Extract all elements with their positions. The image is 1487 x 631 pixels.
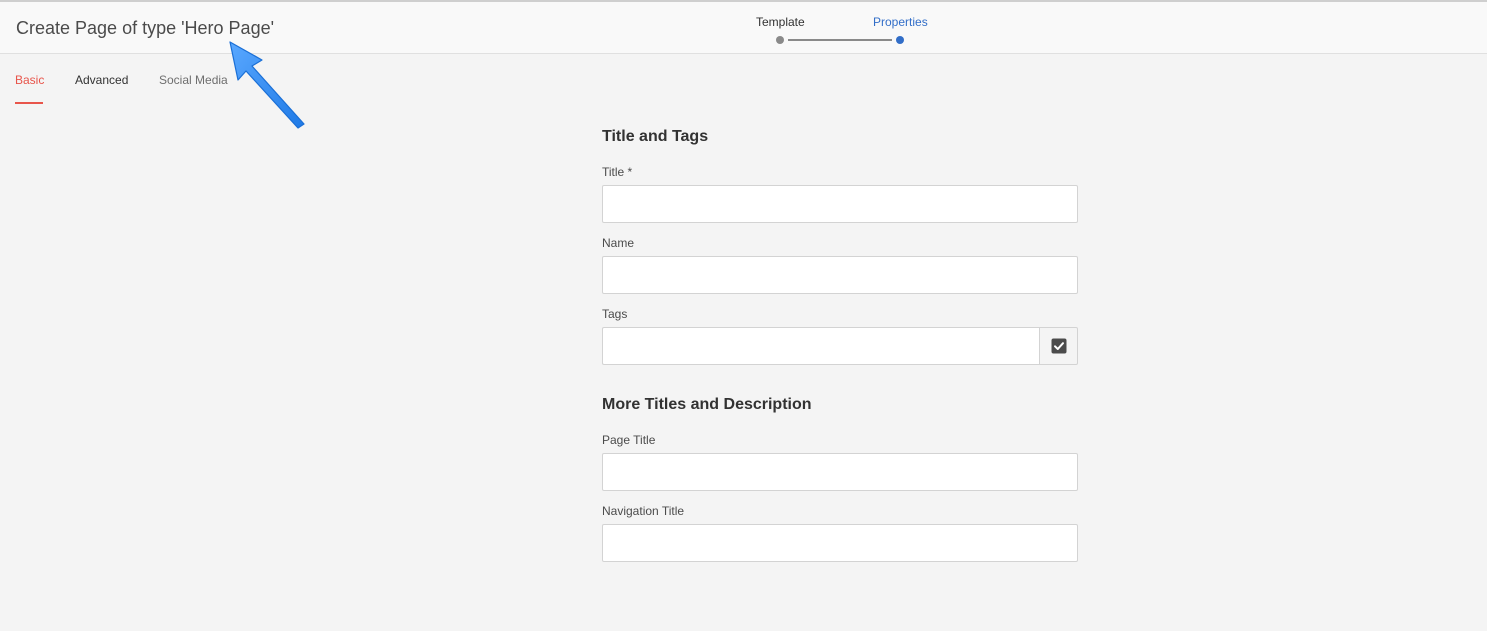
page-title-input[interactable]	[602, 453, 1078, 491]
tab-advanced[interactable]: Advanced	[75, 73, 128, 87]
page-title-field-label: Page Title	[602, 433, 656, 447]
page-title: Create Page of type 'Hero Page'	[16, 18, 275, 38]
step-properties-label: Properties	[873, 15, 928, 29]
title-input[interactable]	[602, 185, 1078, 223]
step-template-label[interactable]: Template	[756, 15, 805, 29]
active-tab-indicator	[15, 102, 43, 104]
name-input[interactable]	[602, 256, 1078, 294]
step-properties-dot	[896, 36, 904, 44]
navigation-title-input[interactable]	[602, 524, 1078, 562]
annotation-arrow-icon	[229, 41, 305, 129]
tags-field-label: Tags	[602, 307, 628, 321]
section-heading-more-titles: More Titles and Description	[602, 396, 812, 413]
step-connector-line	[788, 39, 892, 41]
create-page-wizard: Create Page of type 'Hero Page' Template…	[0, 0, 1487, 631]
section-heading-title-and-tags: Title and Tags	[602, 128, 709, 145]
tags-input[interactable]	[602, 327, 1039, 365]
tags-picker-button[interactable]	[1039, 327, 1078, 365]
checkbox-checked-icon	[1051, 338, 1066, 354]
step-template-dot[interactable]	[776, 36, 784, 44]
navigation-title-field-label: Navigation Title	[602, 504, 685, 518]
tab-social-media[interactable]: Social Media	[159, 73, 228, 87]
title-field-label: Title *	[602, 165, 633, 179]
name-field-label: Name	[602, 236, 635, 250]
tab-basic[interactable]: Basic	[15, 73, 44, 87]
tab-bar: Basic Advanced Social Media	[0, 54, 400, 106]
